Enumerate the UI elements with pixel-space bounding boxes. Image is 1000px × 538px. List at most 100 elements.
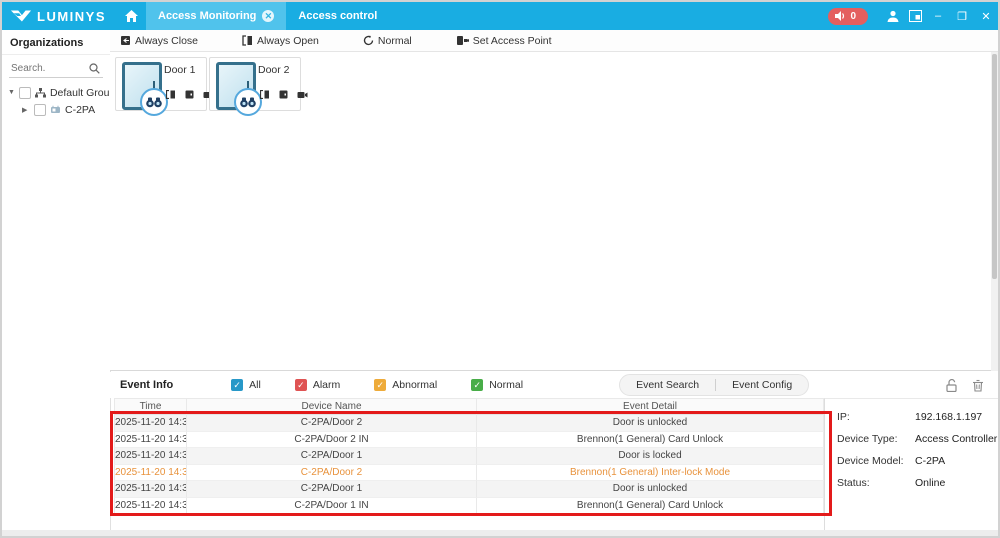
tab-label: Access Monitoring xyxy=(158,10,256,22)
user-icon xyxy=(887,10,899,22)
cell-time: 2025-11-20 14:39:53 xyxy=(114,498,187,515)
restore-button[interactable]: ❐ xyxy=(950,2,974,30)
app-logo: LUMINYS xyxy=(2,8,116,24)
door-closed-icon xyxy=(120,35,131,46)
open-door-action-icon[interactable] xyxy=(260,90,270,99)
monitoring-canvas: Door 1 Doo xyxy=(110,52,998,371)
toolbar-button-label: Set Access Point xyxy=(473,35,552,47)
checkbox-checked-icon[interactable]: ✓ xyxy=(374,379,386,391)
filter-alarm[interactable]: ✓ Alarm xyxy=(295,379,340,391)
close-door-action-icon[interactable] xyxy=(279,90,288,99)
cell-time: 2025-11-20 14:39:55 xyxy=(114,465,187,482)
caret-down-icon[interactable]: ▼ xyxy=(8,89,15,96)
search-input[interactable] xyxy=(9,62,89,75)
cell-event-detail: Door is unlocked xyxy=(477,481,824,498)
tree-item-label: C-2PA xyxy=(65,104,95,116)
info-row-status: Status: Online xyxy=(837,477,998,489)
caret-right-icon[interactable]: ▶ xyxy=(22,106,30,114)
door-card-2[interactable]: Door 2 xyxy=(209,57,301,111)
filter-normal[interactable]: ✓ Normal xyxy=(471,379,523,391)
door-card-1[interactable]: Door 1 xyxy=(115,57,207,111)
close-door-action-icon[interactable] xyxy=(185,90,194,99)
cell-device-name: C-2PA/Door 2 IN xyxy=(187,432,477,449)
luminys-logo-icon xyxy=(10,8,32,24)
info-value: Access Controller xyxy=(915,433,997,445)
info-value: 192.168.1.197 xyxy=(915,411,982,423)
scrollbar-thumb[interactable] xyxy=(992,54,997,279)
tab-access-monitoring[interactable]: Access Monitoring ✕ xyxy=(146,2,286,30)
info-label: Device Model: xyxy=(837,455,915,467)
cell-device-name: C-2PA/Door 1 IN xyxy=(187,498,477,515)
binoculars-icon[interactable] xyxy=(140,88,168,116)
info-value: Online xyxy=(915,477,945,489)
door-name: Door 1 xyxy=(164,64,196,76)
filter-label: Abnormal xyxy=(392,379,437,391)
checkbox-checked-icon[interactable]: ✓ xyxy=(231,379,243,391)
table-row[interactable]: 2025-11-20 14:39:53 C-2PA/Door 1 Door is… xyxy=(114,481,824,498)
always-open-button[interactable]: Always Open xyxy=(242,35,319,47)
home-button[interactable] xyxy=(116,2,146,30)
organization-tree: ▼ Default Group ▶ C-2PA xyxy=(2,84,110,118)
tab-access-control[interactable]: Access control xyxy=(286,2,389,30)
alarm-counter-button[interactable]: 0 xyxy=(828,8,868,25)
cell-device-name: C-2PA/Door 1 xyxy=(187,448,477,465)
normal-button[interactable]: Normal xyxy=(363,35,412,47)
unlock-button[interactable] xyxy=(945,379,958,392)
tree-item-default-group[interactable]: ▼ Default Group xyxy=(2,84,110,101)
table-row[interactable]: 2025-11-20 14:39:59 C-2PA/Door 2 IN Bren… xyxy=(114,432,824,449)
column-header-detail: Event Detail xyxy=(477,398,824,415)
close-button[interactable]: ✕ xyxy=(974,2,998,30)
door-name: Door 2 xyxy=(258,64,290,76)
cell-device-name: C-2PA/Door 2 xyxy=(187,415,477,432)
event-filters: ✓ All ✓ Alarm ✓ Abnormal ✓ Normal xyxy=(231,379,523,391)
tree-item-device[interactable]: ▶ C-2PA xyxy=(2,101,110,118)
table-row[interactable]: 2025-11-20 14:39:53 C-2PA/Door 1 IN Bren… xyxy=(114,498,824,515)
cell-event-detail: Brennon(1 General) Card Unlock xyxy=(477,498,824,515)
cell-time: 2025-11-20 14:39:59 xyxy=(114,415,187,432)
event-button-group: Event Search Event Config xyxy=(619,374,809,396)
filter-label: Normal xyxy=(489,379,523,391)
window-bottom-frame xyxy=(2,530,998,536)
always-close-button[interactable]: Always Close xyxy=(120,35,198,47)
event-info-title: Event Info xyxy=(120,379,173,391)
filter-all[interactable]: ✓ All xyxy=(231,379,261,391)
cell-time: 2025-11-20 14:39:59 xyxy=(114,432,187,449)
binoculars-icon[interactable] xyxy=(234,88,262,116)
tree-checkbox[interactable] xyxy=(19,87,31,99)
event-config-button[interactable]: Event Config xyxy=(716,379,808,391)
door-action-toolbar: Always Close Always Open Normal Set Acce… xyxy=(110,30,998,52)
event-table: Time Device Name Event Detail 2025-11-20… xyxy=(114,398,824,514)
screen-layout-button[interactable] xyxy=(904,2,926,30)
set-access-point-button[interactable]: Set Access Point xyxy=(456,35,552,47)
tree-checkbox[interactable] xyxy=(34,104,46,116)
video-action-icon[interactable] xyxy=(297,91,308,99)
search-icon[interactable] xyxy=(89,63,100,74)
unlock-icon xyxy=(945,379,958,392)
table-row[interactable]: 2025-11-20 14:39:59 C-2PA/Door 2 Door is… xyxy=(114,415,824,432)
open-door-action-icon[interactable] xyxy=(166,90,176,99)
table-row[interactable]: 2025-11-20 14:39:55 C-2PA/Door 2 Brennon… xyxy=(114,465,824,482)
cell-device-name: C-2PA/Door 1 xyxy=(187,481,477,498)
minimize-button[interactable]: – xyxy=(926,2,950,30)
refresh-icon xyxy=(363,35,374,46)
info-label: Status: xyxy=(837,477,915,489)
event-search-button[interactable]: Event Search xyxy=(620,379,715,391)
event-table-body: 2025-11-20 14:39:59 C-2PA/Door 2 Door is… xyxy=(114,415,824,514)
cell-event-detail: Door is locked xyxy=(477,448,824,465)
tab-close-icon[interactable]: ✕ xyxy=(262,10,274,22)
canvas-scrollbar[interactable] xyxy=(991,52,998,371)
device-icon xyxy=(50,105,61,115)
table-row[interactable]: 2025-11-20 14:39:56 C-2PA/Door 1 Door is… xyxy=(114,448,824,465)
checkbox-checked-icon[interactable]: ✓ xyxy=(295,379,307,391)
cell-device-name: C-2PA/Door 2 xyxy=(187,465,477,482)
logo-text: LUMINYS xyxy=(37,9,106,24)
checkbox-checked-icon[interactable]: ✓ xyxy=(471,379,483,391)
toolbar-button-label: Normal xyxy=(378,35,412,47)
tree-item-label: Default Group xyxy=(50,87,115,99)
filter-label: All xyxy=(249,379,261,391)
clear-events-button[interactable] xyxy=(972,379,984,392)
user-button[interactable] xyxy=(882,2,904,30)
info-row-device-model: Device Model: C-2PA xyxy=(837,455,998,467)
access-point-icon xyxy=(456,35,469,46)
filter-abnormal[interactable]: ✓ Abnormal xyxy=(374,379,437,391)
